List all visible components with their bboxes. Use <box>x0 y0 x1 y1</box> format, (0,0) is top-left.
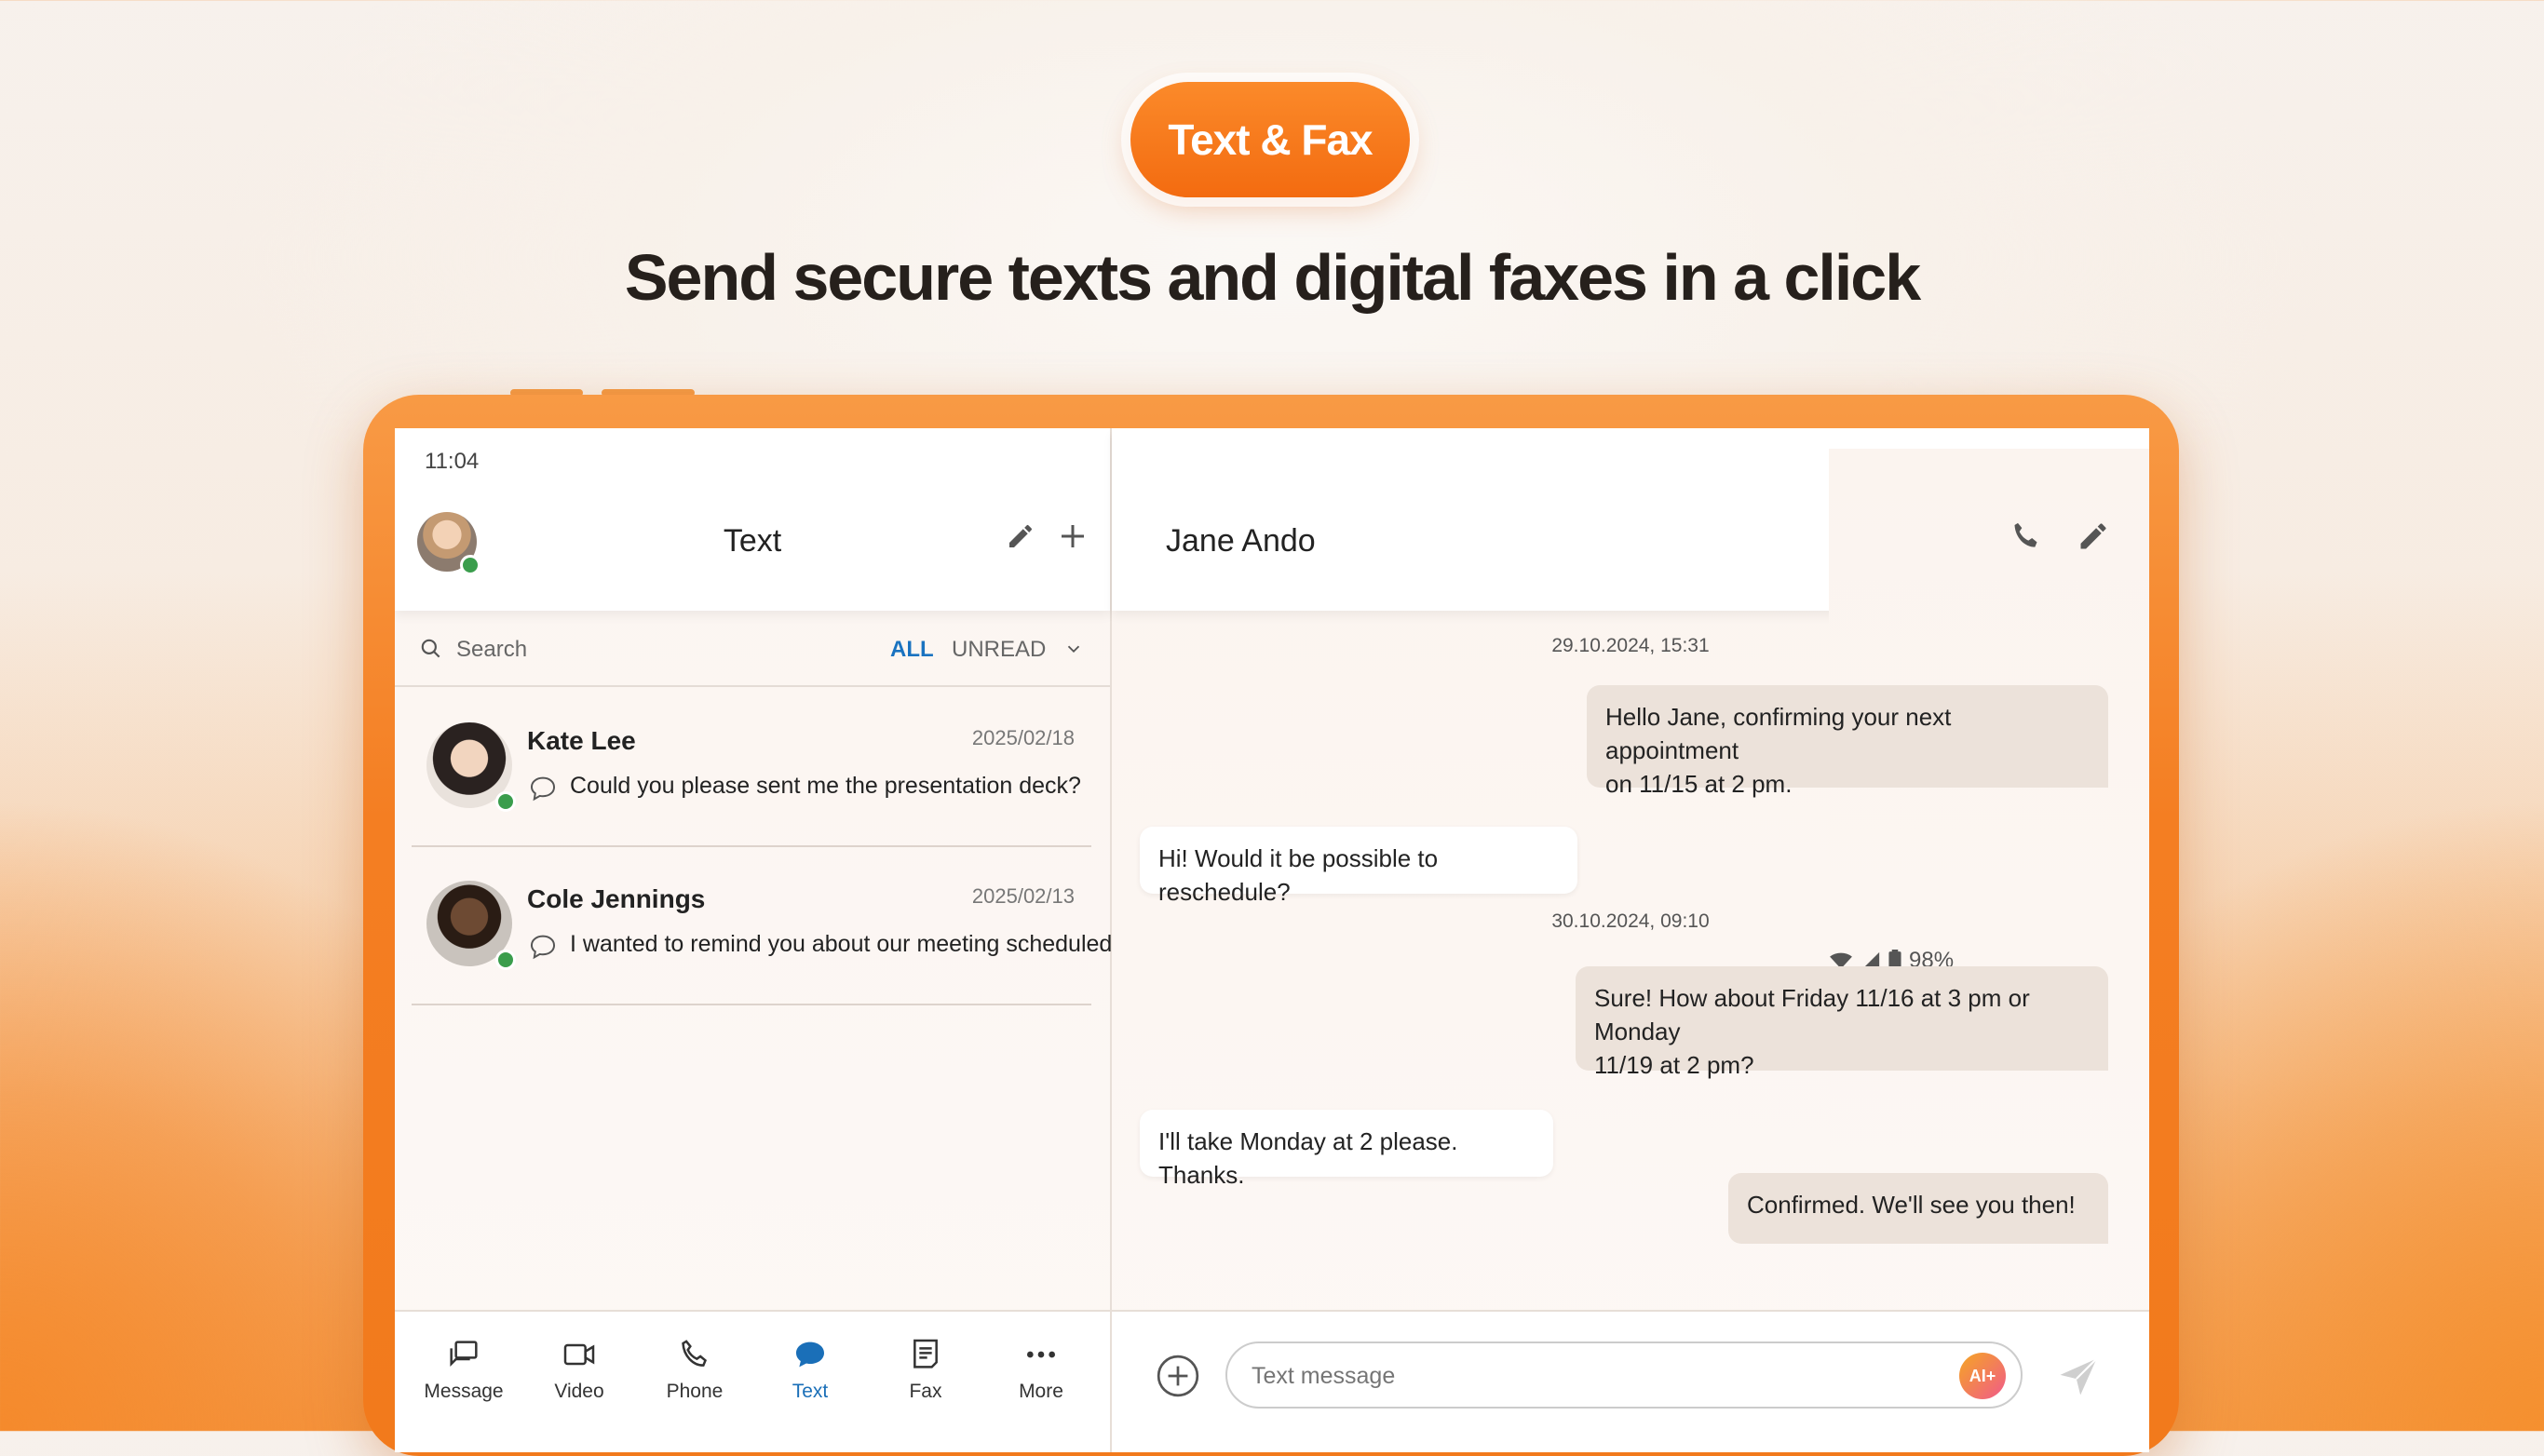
message-text: 11/19 at 2 pm? <box>1594 1051 1754 1079</box>
badge-label: Text & Fax <box>1168 115 1373 164</box>
text-fax-badge: Text & Fax <box>1130 82 1410 197</box>
message-composer: AI+ <box>1112 1310 2149 1452</box>
nav-label: Fax <box>909 1381 942 1402</box>
text-bubble-icon <box>796 1341 824 1368</box>
outgoing-message: Sure! How about Friday 11/16 at 3 pm or … <box>1576 966 2108 1079</box>
nav-more[interactable]: More <box>983 1336 1099 1403</box>
add-attachment-icon[interactable] <box>1155 1353 1201 1404</box>
nav-label: Text <box>792 1381 829 1402</box>
contact-name: Cole Jennings <box>527 884 706 913</box>
nav-label: Message <box>424 1381 504 1402</box>
incoming-message: Hi! Would it be possible to reschedule? <box>1140 827 1577 906</box>
search-icon <box>421 639 440 658</box>
message-text: Sure! How about Friday 11/16 at 3 pm or … <box>1594 984 2030 1045</box>
call-icon[interactable] <box>2008 518 2045 559</box>
conversation-item[interactable]: Cole Jennings 2025/02/13 I wanted to rem… <box>412 845 1131 1005</box>
incoming-message: I'll take Monday at 2 please. Thanks. <box>1140 1110 1553 1189</box>
bottom-navigation: Message Video Phone Text Fax More <box>395 1310 1110 1452</box>
nav-text[interactable]: Text <box>752 1336 868 1403</box>
filter-unread-tab[interactable]: UNREAD <box>952 637 1046 663</box>
conversation-list-pane: Text 11:04 Search ALL UNREAD Kate Lee 20… <box>395 428 1131 1452</box>
chevron-down-icon[interactable] <box>1063 639 1084 659</box>
nav-video[interactable]: Video <box>521 1336 637 1403</box>
message-text: Hello Jane, confirming your next appoint… <box>1605 703 1952 764</box>
edit-icon[interactable] <box>1006 521 1035 556</box>
conversation-item[interactable]: Kate Lee 2025/02/18 Could you please sen… <box>412 687 1091 847</box>
nav-label: Phone <box>666 1381 724 1402</box>
outgoing-message: Hello Jane, confirming your next appoint… <box>1587 685 2108 798</box>
chat-bubble-icon <box>530 776 556 802</box>
status-bar-left: 11:04 <box>395 428 1110 493</box>
contact-name: Kate Lee <box>527 726 636 755</box>
phone-icon <box>682 1340 708 1367</box>
nav-fax[interactable]: Fax <box>868 1336 983 1403</box>
tablet-screen: Text 11:04 Search ALL UNREAD Kate Lee 20… <box>395 428 2149 1452</box>
search-bar[interactable]: Search ALL UNREAD <box>395 611 1110 687</box>
message-text: I'll take Monday at 2 please. Thanks. <box>1158 1127 1458 1189</box>
nav-message[interactable]: Message <box>406 1336 521 1403</box>
send-icon[interactable] <box>2054 1353 2103 1406</box>
more-icon <box>1027 1351 1055 1358</box>
nav-phone[interactable]: Phone <box>637 1336 752 1403</box>
video-icon <box>563 1343 595 1366</box>
left-header: Text 11:04 <box>395 428 1110 611</box>
ai-badge-label: AI+ <box>1969 1366 1996 1385</box>
ai-assist-button[interactable]: AI+ <box>1959 1353 2006 1399</box>
message-input-box[interactable]: AI+ <box>1225 1341 2023 1409</box>
conversation-date: 2025/02/18 <box>971 726 1075 749</box>
message-input[interactable] <box>1250 1358 1942 1394</box>
edit-icon[interactable] <box>2077 519 2110 558</box>
chat-bubble-icon <box>530 935 556 960</box>
message-text: Hi! Would it be possible to reschedule? <box>1158 844 1439 906</box>
online-status-dot <box>495 950 516 970</box>
message-text: Confirmed. We'll see you then! <box>1747 1191 2076 1219</box>
headline: Send secure texts and digital faxes in a… <box>624 241 1921 314</box>
conversation-date: 2025/02/13 <box>971 884 1075 908</box>
outgoing-message: Confirmed. We'll see you then! <box>1728 1173 2108 1244</box>
nav-label: Video <box>554 1381 604 1402</box>
nav-label: More <box>1019 1381 1063 1402</box>
message-timestamp: 29.10.2024, 15:31 <box>1551 635 1710 656</box>
fax-icon <box>913 1339 938 1368</box>
page-title: Text <box>723 523 782 559</box>
search-input[interactable]: Search <box>456 637 527 663</box>
message-preview: Could you please sent me the presentatio… <box>570 773 1081 799</box>
chat-header: 98% Jane Ando <box>1112 428 2149 1452</box>
message-icon <box>450 1341 478 1368</box>
message-text: on 11/15 at 2 pm. <box>1605 770 1793 798</box>
chat-contact-name: Jane Ando <box>1166 523 1316 559</box>
filter-all-tab[interactable]: ALL <box>890 637 934 663</box>
status-indicators: 98% <box>1829 449 2149 1452</box>
message-timestamp: 30.10.2024, 09:10 <box>1551 910 1710 932</box>
message-preview: I wanted to remind you about our meeting… <box>570 931 1132 957</box>
online-status-dot <box>495 791 516 812</box>
status-bar-right: 98% <box>1112 428 2149 1452</box>
status-time: 11:04 <box>425 449 480 474</box>
chat-pane: 98% Jane Ando 29.10.2024, 15:31 Hello Ja… <box>1112 428 2149 1452</box>
add-icon[interactable] <box>1056 519 1089 558</box>
